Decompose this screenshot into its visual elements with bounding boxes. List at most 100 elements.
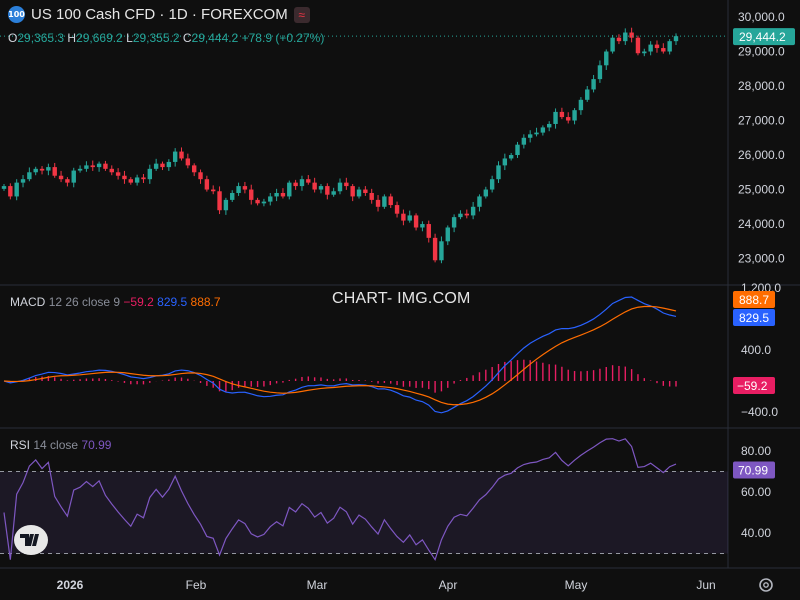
candle-body: [65, 179, 70, 183]
candle-body: [597, 65, 603, 80]
open-label: O: [8, 31, 18, 45]
rsi-tick-label: 80.00: [741, 444, 771, 458]
candle-body: [451, 217, 457, 228]
candle-body: [407, 215, 412, 221]
high-label: H: [67, 31, 77, 45]
price-tick-label: 27,000.0: [738, 114, 785, 128]
candle-body: [109, 168, 114, 173]
price-tick-label: 30,000.0: [738, 10, 785, 24]
candle-body: [344, 182, 349, 187]
candle-body: [255, 199, 260, 204]
macd-name: MACD: [10, 295, 46, 309]
candle-body: [287, 182, 292, 197]
candle-body: [299, 179, 305, 187]
candle-body: [604, 51, 609, 66]
approx-icon[interactable]: ≈: [293, 6, 310, 23]
candle-body: [413, 215, 419, 228]
candle-body: [502, 158, 508, 166]
candle-body: [52, 167, 57, 176]
time-tick-label: Feb: [186, 578, 207, 592]
macd-tick-label: 400.0: [741, 343, 771, 357]
candle-body: [249, 189, 254, 200]
symbol-title[interactable]: US 100 Cash CFD · 1D · FOREXCOM: [31, 6, 288, 23]
candle-body: [534, 132, 539, 135]
candle-body: [230, 192, 235, 200]
candle-body: [261, 201, 267, 204]
candle-body: [566, 117, 571, 121]
candle-body: [591, 79, 596, 90]
candle-body: [128, 179, 133, 183]
rsi-params: 14 close: [33, 438, 79, 452]
candle-body: [616, 37, 622, 42]
time-tick-label: 2026: [57, 578, 84, 592]
time-tick-label: Apr: [439, 578, 458, 592]
candle-body: [84, 165, 89, 169]
candle-body: [648, 44, 653, 52]
candle-body: [654, 44, 660, 49]
candle-body: [572, 110, 577, 121]
watermark: CHART- IMG.COM: [332, 290, 471, 307]
price-tick-label: 29,000.0: [738, 45, 785, 59]
candle-body: [673, 36, 679, 42]
candle-body: [432, 237, 438, 261]
candle-body: [312, 182, 317, 190]
candle-body: [375, 199, 381, 207]
candle-body: [337, 182, 343, 192]
close-value: 29,444.2: [191, 31, 239, 45]
candle-body: [211, 189, 216, 192]
ohlc-readout: O29,365.3 H29,669.2 L29,355.2 C29,444.2 …: [8, 31, 324, 45]
candle-body: [578, 99, 584, 111]
macd-signal-value: 888.7: [190, 295, 221, 309]
candle-body: [515, 144, 520, 156]
candle-body: [153, 163, 159, 169]
candle-body: [172, 151, 178, 162]
close-label: C: [182, 31, 192, 45]
time-tick-label: May: [565, 578, 588, 592]
candle-body: [642, 51, 647, 54]
candle-body: [445, 227, 450, 242]
signal-badge-label: 888.7: [739, 293, 769, 307]
macd-legend[interactable]: MACD 12 26 close 9 −59.2 829.5 888.7: [10, 295, 221, 309]
candle-body: [306, 179, 311, 183]
rsi-legend[interactable]: RSI 14 close 70.99: [10, 438, 111, 452]
candle-body: [27, 172, 32, 180]
candle-body: [274, 192, 279, 197]
candle-body: [477, 196, 482, 207]
settings-gear-icon[interactable]: [757, 576, 775, 594]
candle-body: [356, 189, 362, 197]
symbol-logo-icon[interactable]: 100: [8, 6, 25, 23]
price-tick-label: 26,000.0: [738, 148, 785, 162]
last-price-label: 29,444.2: [739, 30, 786, 44]
macd-params: 12 26 close 9: [48, 295, 121, 309]
macd-hist-value: −59.2: [123, 295, 154, 309]
chart-header: 100 US 100 Cash CFD · 1D · FOREXCOM ≈: [8, 6, 310, 23]
candle-body: [489, 179, 495, 190]
candle-body: [388, 196, 393, 206]
candle-body: [103, 163, 108, 169]
macd-tick-label: −400.0: [741, 405, 778, 419]
candle-body: [458, 213, 463, 218]
tradingview-logo-icon[interactable]: [14, 525, 48, 555]
candle-body: [293, 182, 298, 187]
price-tick-label: 28,000.0: [738, 79, 785, 93]
candle-body: [623, 32, 628, 42]
macd-line: [3, 296, 677, 414]
candle-body: [122, 175, 127, 180]
price-tick-label: 25,000.0: [738, 183, 785, 197]
price-tick-label: 23,000.0: [738, 252, 785, 266]
candle-body: [134, 177, 140, 183]
candle-body: [394, 205, 400, 214]
candle-body: [331, 191, 336, 195]
candle-body: [1, 186, 7, 189]
rsi-value: 70.99: [81, 438, 112, 452]
candle-body: [350, 186, 355, 197]
candle-body: [242, 186, 248, 190]
candle-body: [553, 111, 558, 124]
candle-body: [382, 196, 387, 207]
candle-body: [521, 137, 527, 145]
candle-body: [363, 189, 368, 193]
candle-body: [236, 186, 241, 193]
candle-body: [191, 165, 197, 173]
low-label: L: [126, 31, 133, 45]
macd-badge-label: 829.5: [739, 311, 769, 325]
